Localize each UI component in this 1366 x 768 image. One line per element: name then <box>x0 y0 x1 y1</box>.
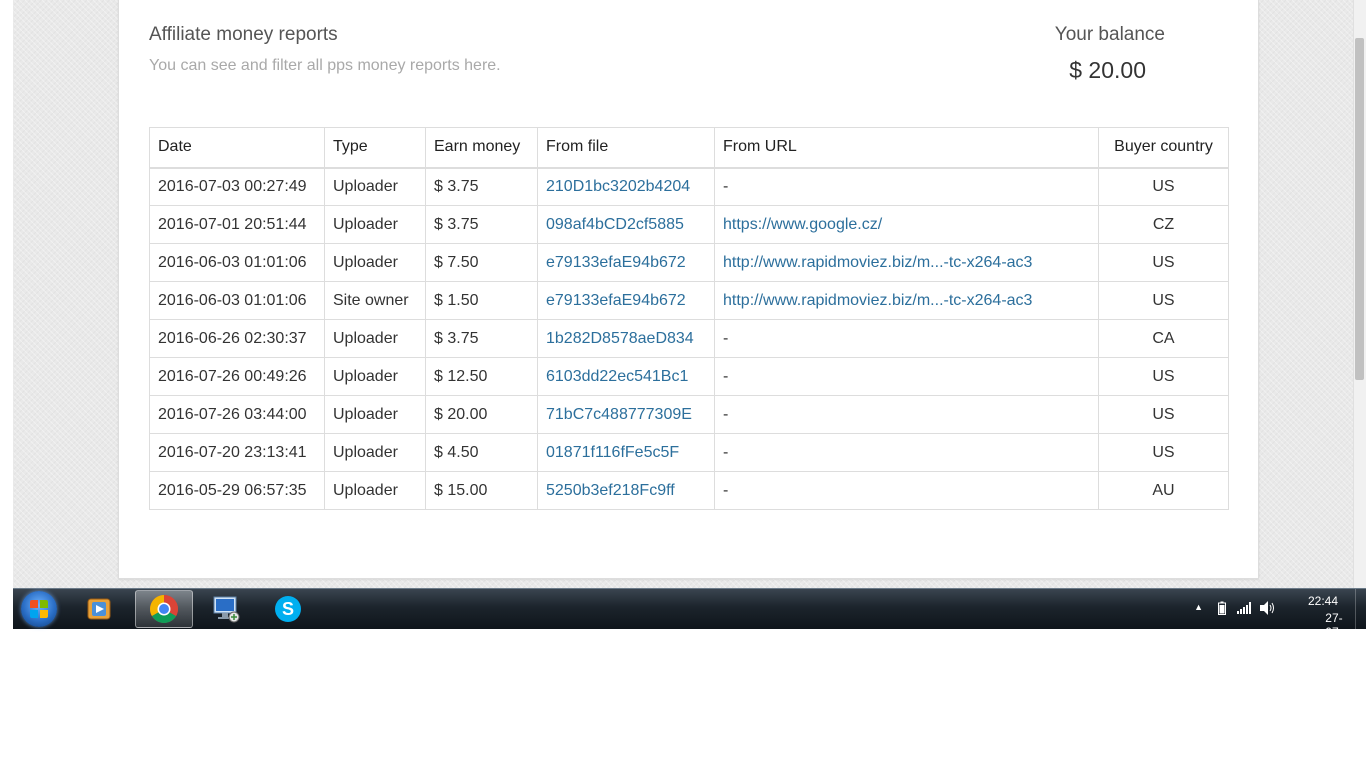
cell-type: Uploader <box>324 205 426 244</box>
cell-earn-money: $ 15.00 <box>425 471 538 510</box>
cell-earn-money: $ 1.50 <box>425 281 538 320</box>
cell-from-file-link[interactable]: 6103dd22ec541Bc1 <box>537 357 715 396</box>
column-header-date[interactable]: Date <box>149 127 325 169</box>
cell-from-file-link[interactable]: 1b282D8578aeD834 <box>537 319 715 358</box>
scrollbar-thumb[interactable] <box>1355 38 1364 380</box>
page-subtitle: You can see and filter all pps money rep… <box>149 57 501 74</box>
reports-panel: Affiliate money reports You can see and … <box>118 0 1259 579</box>
cell-earn-money: $ 3.75 <box>425 205 538 244</box>
cell-date: 2016-05-29 06:57:35 <box>149 471 325 510</box>
cell-type: Uploader <box>324 471 426 510</box>
cell-date: 2016-07-03 00:27:49 <box>149 167 325 206</box>
cell-buyer-country: US <box>1098 167 1229 206</box>
cell-type: Uploader <box>324 167 426 206</box>
page-title: Affiliate money reports <box>149 24 338 45</box>
cell-from-url: - <box>714 395 1099 434</box>
table-row: 2016-07-20 23:13:41 Uploader $ 4.50 01871f1… <box>149 433 1229 472</box>
media-player-icon <box>87 598 111 620</box>
cell-from-file-link[interactable]: 71bC7c488777309E <box>537 395 715 434</box>
cell-date: 2016-06-26 02:30:37 <box>149 319 325 358</box>
taskbar-media-player[interactable] <box>70 590 128 628</box>
reports-table: Date Type Earn money From file From URL … <box>149 127 1229 510</box>
windows-taskbar: S ▲ 22:44 27-07-2016 <box>13 588 1366 653</box>
cell-from-file-link[interactable]: 01871f116fFe5c5F <box>537 433 715 472</box>
taskbar-skype[interactable]: S <box>259 590 317 628</box>
table-row: 2016-07-03 00:27:49 Uploader $ 3.75 210D1bc… <box>149 167 1229 206</box>
cell-from-file-link[interactable]: 5250b3ef218Fc9ff <box>537 471 715 510</box>
show-desktop-button[interactable] <box>1355 589 1366 629</box>
balance-label: Your balance <box>1054 24 1165 45</box>
cell-earn-money: $ 12.50 <box>425 357 538 396</box>
column-header-earn-money[interactable]: Earn money <box>425 127 538 169</box>
cell-date: 2016-06-03 01:01:06 <box>149 243 325 282</box>
cell-buyer-country: US <box>1098 281 1229 320</box>
cell-type: Site owner <box>324 281 426 320</box>
taskbar-remote-desktop[interactable] <box>197 590 255 628</box>
cell-date: 2016-07-26 03:44:00 <box>149 395 325 434</box>
cell-from-url: - <box>714 167 1099 206</box>
network-signal-icon[interactable] <box>1237 602 1251 617</box>
column-header-buyer-country[interactable]: Buyer country <box>1098 127 1229 169</box>
cell-from-url: - <box>714 357 1099 396</box>
cell-earn-money: $ 7.50 <box>425 243 538 282</box>
table-row: 2016-07-26 00:49:26 Uploader $ 12.50 6103dd… <box>149 357 1229 396</box>
cell-from-url: - <box>714 471 1099 510</box>
start-button[interactable] <box>21 591 57 627</box>
clock-date[interactable]: 27-07-2016 <box>1325 611 1352 653</box>
cell-date: 2016-07-01 20:51:44 <box>149 205 325 244</box>
show-hidden-icons-icon[interactable]: ▲ <box>1194 602 1203 612</box>
cell-type: Uploader <box>324 319 426 358</box>
cell-buyer-country: US <box>1098 243 1229 282</box>
cell-from-url-link[interactable]: https://www.google.cz/ <box>714 205 1099 244</box>
windows-logo-icon <box>30 600 48 618</box>
cell-from-file-link[interactable]: 098af4bCD2cf5885 <box>537 205 715 244</box>
cell-from-file-link[interactable]: e79133efaE94b672 <box>537 243 715 282</box>
table-row: 2016-06-03 01:01:06 Site owner $ 1.50 e7913… <box>149 281 1229 320</box>
cell-earn-money: $ 4.50 <box>425 433 538 472</box>
cell-buyer-country: US <box>1098 433 1229 472</box>
cell-earn-money: $ 3.75 <box>425 167 538 206</box>
cell-from-url: - <box>714 319 1099 358</box>
column-header-type[interactable]: Type <box>324 127 426 169</box>
cell-from-url: - <box>714 433 1099 472</box>
table-row: 2016-07-26 03:44:00 Uploader $ 20.00 71bC7c… <box>149 395 1229 434</box>
cell-from-url-link[interactable]: http://www.rapidmoviez.biz/m...-tc-x264-… <box>714 243 1099 282</box>
cell-buyer-country: US <box>1098 357 1229 396</box>
page-scrollbar[interactable] <box>1353 0 1366 588</box>
browser-viewport: Affiliate money reports You can see and … <box>13 0 1366 628</box>
cell-earn-money: $ 20.00 <box>425 395 538 434</box>
cell-type: Uploader <box>324 395 426 434</box>
cell-buyer-country: CZ <box>1098 205 1229 244</box>
taskbar-chrome[interactable] <box>135 590 193 628</box>
cell-buyer-country: AU <box>1098 471 1229 510</box>
table-header-row: Date Type Earn money From file From URL … <box>149 127 1229 169</box>
battery-icon[interactable] <box>1218 601 1226 618</box>
remote-desktop-icon <box>213 596 240 623</box>
chrome-icon <box>150 595 178 623</box>
cell-type: Uploader <box>324 433 426 472</box>
cell-buyer-country: CA <box>1098 319 1229 358</box>
skype-icon: S <box>275 596 301 622</box>
column-header-from-url[interactable]: From URL <box>714 127 1099 169</box>
volume-icon[interactable] <box>1260 601 1276 618</box>
cell-from-file-link[interactable]: 210D1bc3202b4204 <box>537 167 715 206</box>
table-row: 2016-05-29 06:57:35 Uploader $ 15.00 5250b3… <box>149 471 1229 510</box>
table-row: 2016-07-01 20:51:44 Uploader $ 3.75 098af4b… <box>149 205 1229 244</box>
cell-type: Uploader <box>324 243 426 282</box>
table-row: 2016-06-03 01:01:06 Uploader $ 7.50 e79133e… <box>149 243 1229 282</box>
cell-earn-money: $ 3.75 <box>425 319 538 358</box>
cell-date: 2016-07-26 00:49:26 <box>149 357 325 396</box>
column-header-from-file[interactable]: From file <box>537 127 715 169</box>
clock-time[interactable]: 22:44 <box>1308 594 1338 608</box>
balance-amount: $ 20.00 <box>1069 57 1146 83</box>
table-row: 2016-06-26 02:30:37 Uploader $ 3.75 1b282D8… <box>149 319 1229 358</box>
cell-buyer-country: US <box>1098 395 1229 434</box>
cell-from-url-link[interactable]: http://www.rapidmoviez.biz/m...-tc-x264-… <box>714 281 1099 320</box>
cell-from-file-link[interactable]: e79133efaE94b672 <box>537 281 715 320</box>
svg-text:S: S <box>282 599 294 619</box>
cell-type: Uploader <box>324 357 426 396</box>
cell-date: 2016-06-03 01:01:06 <box>149 281 325 320</box>
cell-date: 2016-07-20 23:13:41 <box>149 433 325 472</box>
